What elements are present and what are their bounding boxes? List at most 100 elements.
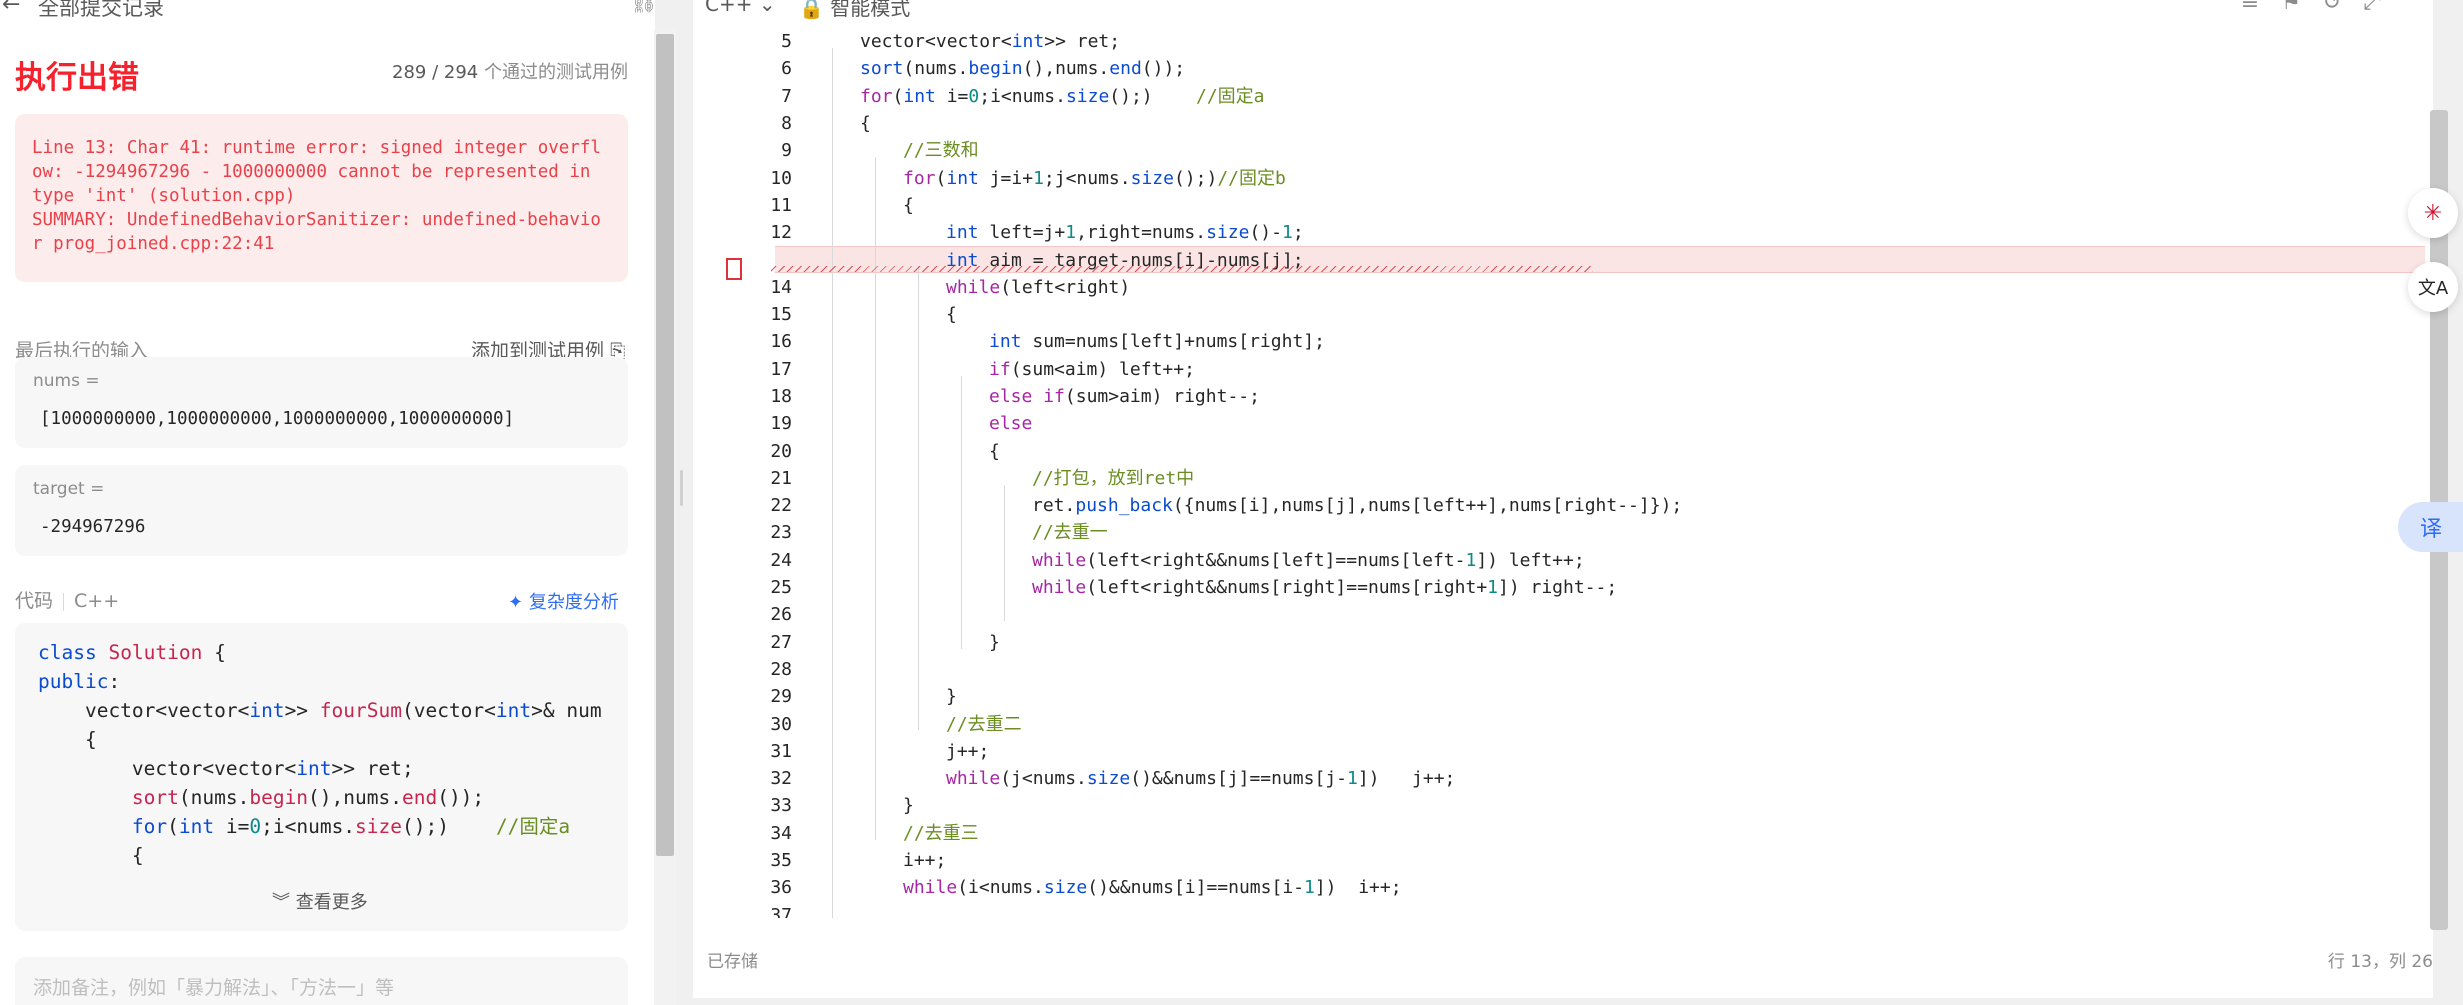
saved-status: 已存储 — [707, 952, 758, 972]
editor-tools: ≡⚑↺⤢ — [2241, 0, 2403, 15]
code-line[interactable]: 8{ — [693, 110, 2433, 137]
input-name: nums = — [33, 371, 100, 391]
code-line[interactable]: 14 while(left<right) — [693, 274, 2433, 301]
code-line[interactable]: 24 while(left<right&&nums[left]==nums[lef… — [693, 547, 2433, 574]
code-line[interactable]: 37 — [693, 902, 2433, 918]
reset-icon[interactable]: ↺ — [2323, 0, 2363, 15]
code-line[interactable]: 7 for(int i=0;i<nums.size();) //固定a — [693, 83, 2433, 110]
input-value: -294967296 — [40, 517, 146, 537]
left-scrollbar[interactable] — [654, 30, 676, 1005]
line-number: 22 — [770, 495, 792, 517]
code-line[interactable]: 32 while(j<nums.size()&&nums[j]==nums[j-1… — [693, 765, 2433, 792]
code-line[interactable]: 11 { — [693, 192, 2433, 219]
translate-label: 译 — [2419, 517, 2442, 542]
format-icon[interactable]: ≡ — [2241, 0, 2281, 15]
mode-label: 智能模式 — [830, 0, 911, 20]
line-code: { — [860, 112, 871, 134]
lang-toggle-label: 文A — [2417, 278, 2449, 299]
line-code: vector<vector<int>> ret; — [860, 31, 1121, 52]
result-status: 执行出错 — [15, 60, 139, 96]
resize-grip[interactable] — [680, 470, 683, 506]
line-number: 33 — [770, 795, 792, 817]
code-line[interactable]: 10 for(int j=i+1;j<nums.size();)//固定b — [693, 165, 2433, 192]
code-area[interactable]: 5 vector<vector<int>> ret; 6 sort(nums.begi… — [693, 28, 2433, 918]
back-arrow-icon[interactable]: ← — [2, 0, 20, 17]
all-submissions-link[interactable]: 全部提交记录 — [38, 0, 164, 22]
code-language: C++ — [74, 590, 120, 612]
line-code: sort(nums.begin(),nums.end()); — [860, 58, 1186, 80]
code-line[interactable]: 5 vector<vector<int>> ret; — [693, 28, 2433, 55]
code-line[interactable]: 35 i++; — [693, 847, 2433, 874]
line-number: 30 — [770, 713, 792, 735]
code-line[interactable]: 21 //打包，放到ret中 — [693, 465, 2433, 492]
code-line[interactable]: 18 else if(sum>aim) right--; — [693, 383, 2433, 410]
code-preview-text: class Solution { public: vector<vector<i… — [38, 641, 602, 867]
note-input[interactable]: 添加备注，例如「暴力解法」、「方法一」等 — [15, 957, 628, 1005]
error-message: Line 13: Char 41: runtime error: signed … — [32, 138, 601, 254]
line-number: 21 — [770, 467, 792, 489]
line-number: 16 — [770, 331, 792, 353]
code-line[interactable]: 26 — [693, 601, 2433, 628]
smart-mode-toggle[interactable]: 🔒 智能模式 — [799, 0, 910, 21]
line-code: { — [903, 194, 914, 216]
line-code: j++; — [946, 740, 990, 762]
ai-assistant-icon[interactable]: ✳ — [2408, 188, 2458, 238]
pass-count: 289 / 294 个通过的测试用例 — [392, 58, 628, 84]
expand-icon[interactable]: ⤢ — [2363, 0, 2403, 15]
code-line[interactable]: 33} — [693, 792, 2433, 819]
code-line[interactable]: 6 sort(nums.begin(),nums.end()); — [693, 55, 2433, 82]
bookmark-icon[interactable]: ⚑ — [2281, 0, 2323, 15]
indent-guide — [918, 266, 919, 731]
line-code: } — [946, 686, 957, 708]
lock-icon: 🔒 — [799, 0, 824, 20]
view-more-button[interactable]: ︾ 查看更多 — [272, 888, 368, 914]
line-code: i++; — [903, 850, 947, 871]
code-line[interactable]: 36 while(i<nums.size()&&nums[i]==nums[i-1… — [693, 874, 2433, 901]
link-icon[interactable]: ⛓ — [630, 0, 655, 15]
line-code: else if(sum>aim) right--; — [989, 385, 1260, 407]
line-number: 24 — [770, 549, 792, 571]
code-line[interactable]: 27} — [693, 629, 2433, 656]
translate-text-icon[interactable]: 文A — [2408, 262, 2458, 312]
line-number: 26 — [770, 604, 792, 626]
code-line[interactable]: 17 if(sum<aim) left++; — [693, 356, 2433, 383]
line-number: 32 — [770, 768, 792, 790]
code-line[interactable]: 12 int left=j+1,right=nums.size()-1; — [693, 219, 2433, 246]
line-code: else — [989, 413, 1033, 435]
code-line[interactable]: 31 j++; — [693, 738, 2433, 765]
code-line[interactable]: 28 — [693, 656, 2433, 683]
language-select[interactable]: C++ ⌄ — [705, 0, 776, 16]
complexity-label: 复杂度分析 — [528, 592, 619, 613]
left-scrollbar-thumb[interactable] — [656, 34, 674, 856]
code-line[interactable]: 22 ret.push_back({nums[i],nums[j],nums[le… — [693, 492, 2433, 519]
code-line[interactable]: 15 { — [693, 301, 2433, 328]
line-code: { — [989, 440, 1000, 462]
code-line[interactable]: 29} — [693, 683, 2433, 710]
line-code: } — [989, 631, 1000, 653]
code-line[interactable]: 9 //三数和 — [693, 137, 2433, 164]
complexity-analysis-button[interactable]: ✦ 复杂度分析 — [508, 588, 619, 614]
translate-button[interactable]: 译 — [2398, 502, 2463, 552]
error-gutter-marker[interactable] — [726, 258, 742, 280]
code-line[interactable]: 34 //去重三 — [693, 820, 2433, 847]
input-value: [1000000000,1000000000,1000000000,100000… — [40, 409, 515, 429]
code-line[interactable]: 20 { — [693, 438, 2433, 465]
input-case-nums: nums = [1000000000,1000000000,1000000000… — [15, 357, 628, 448]
line-number: 36 — [770, 877, 792, 899]
indent-guide — [832, 48, 833, 918]
submission-panel: ← 全部提交记录 ⛓ 执行出错 289 / 294 个通过的测试用例 Line … — [0, 0, 655, 1005]
line-number: 8 — [781, 112, 792, 134]
pass-count-suffix: 个通过的测试用例 — [484, 62, 628, 83]
line-code: //三数和 — [903, 140, 979, 162]
line-code: } — [903, 795, 914, 817]
code-line[interactable]: 19 else — [693, 410, 2433, 437]
panel-resizer[interactable] — [676, 0, 693, 1005]
language-label: C++ — [705, 0, 753, 16]
code-line[interactable]: 23 //去重一 — [693, 519, 2433, 546]
code-line[interactable]: 16 int sum=nums[left]+nums[right]; — [693, 328, 2433, 355]
error-message-box: Line 13: Char 41: runtime error: signed … — [15, 114, 628, 282]
code-line[interactable]: 30 //去重二 — [693, 711, 2433, 738]
code-line[interactable]: 25 while(left<right&&nums[right]==nums[ri… — [693, 574, 2433, 601]
line-number: 35 — [770, 850, 792, 871]
line-number: 17 — [770, 358, 792, 380]
